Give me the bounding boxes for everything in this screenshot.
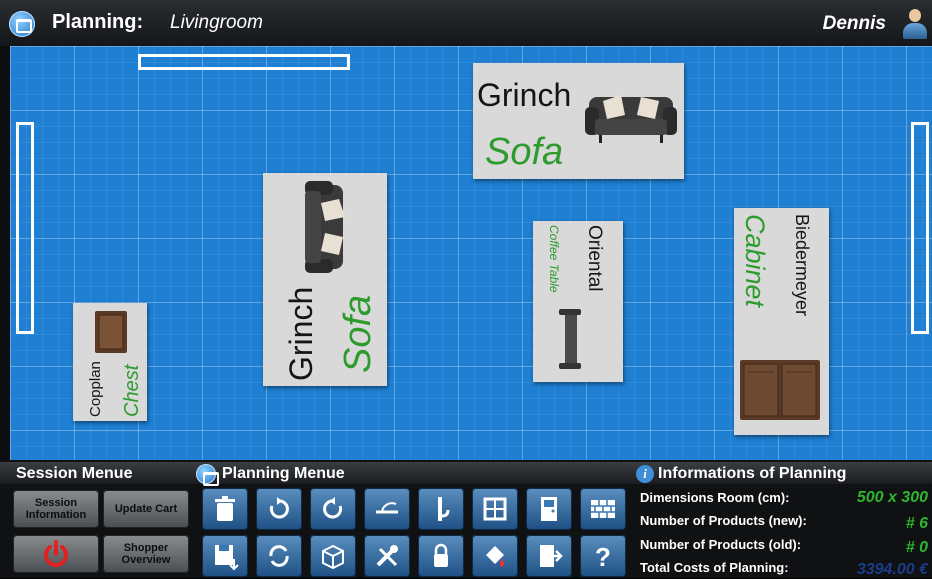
cabinet-icon [740, 360, 820, 420]
item-brand: Grinch [477, 77, 572, 113]
rotate-right-button[interactable] [310, 488, 356, 530]
lock-icon [434, 543, 448, 567]
save-icon [215, 545, 239, 571]
tools-button[interactable] [364, 535, 410, 577]
planning-menu-logo-icon [196, 464, 219, 486]
furniture-copplan-chest[interactable]: Copplan Chest [73, 303, 147, 421]
products-old-value: # 0 [905, 539, 928, 556]
furniture-grinch-sofa-1[interactable]: Grinch Sofa [473, 63, 684, 179]
item-type: Sofa [485, 131, 564, 173]
session-menu-title: Session Menue [16, 465, 133, 482]
coffee-table-icon [559, 309, 581, 369]
door-icon [541, 497, 557, 521]
door-button[interactable] [526, 488, 572, 530]
planning-menu-title: Planning Menue [222, 465, 345, 482]
save-button[interactable] [202, 535, 248, 577]
help-icon: ? [595, 542, 611, 571]
rotate-left-icon [269, 497, 289, 519]
exit-button[interactable] [526, 535, 572, 577]
door-swing-icon [376, 502, 398, 514]
brick-wall-icon [591, 500, 615, 518]
power-button[interactable] [13, 535, 99, 573]
door-swing-button[interactable] [364, 488, 410, 530]
window-icon [483, 497, 507, 521]
item-brand: Biedermeyer [792, 214, 812, 317]
refresh-button[interactable] [256, 535, 302, 577]
item-type: Coffee Table [547, 225, 561, 293]
lock-button[interactable] [418, 535, 464, 577]
trash-icon [215, 496, 235, 521]
window-button[interactable] [472, 488, 518, 530]
box-add-icon [322, 544, 344, 570]
sofa-icon [585, 95, 677, 143]
item-brand: Copplan [87, 361, 104, 417]
shopper-overview-button[interactable]: Shopper Overview [103, 535, 189, 573]
wall-button[interactable] [580, 488, 626, 530]
user-name: Dennis [822, 13, 886, 34]
rotate-right-icon [323, 497, 343, 519]
info-icon: i [636, 465, 654, 483]
sofa-icon [305, 181, 345, 273]
svg-text:?: ? [595, 542, 611, 571]
paint-bucket-icon [486, 546, 504, 567]
item-type: Sofa [337, 294, 379, 373]
user-avatar-icon[interactable] [902, 9, 928, 39]
session-information-button[interactable]: Session Information [13, 490, 99, 528]
update-cart-button[interactable]: Update Cart [103, 490, 189, 528]
help-button[interactable]: ? [580, 535, 626, 577]
item-brand: Oriental [584, 225, 605, 292]
chest-icon [95, 311, 127, 353]
window-right[interactable] [911, 122, 929, 334]
item-type: Chest [121, 364, 143, 417]
pipe-icon [438, 497, 450, 521]
app-logo-icon[interactable] [9, 11, 35, 37]
planning-title: Planning: [52, 11, 144, 33]
room-name: Livingroom [170, 12, 263, 33]
item-brand: Grinch [283, 286, 319, 381]
rotate-left-button[interactable] [256, 488, 302, 530]
power-icon [44, 540, 68, 567]
dimensions-label: Dimensions Room (cm): [640, 490, 790, 505]
info-title: Informations of Planning [658, 465, 847, 482]
dimensions-value: 500 x 300 [856, 489, 928, 506]
delete-button[interactable] [202, 488, 248, 530]
total-costs-label: Total Costs of Planning: [640, 560, 789, 575]
products-new-label: Number of Products (new): [640, 513, 807, 528]
window-left[interactable] [16, 122, 34, 334]
tools-icon [376, 545, 398, 567]
furniture-oriental-coffee-table[interactable]: Oriental Coffee Table [533, 221, 623, 382]
canvas-left-edge [0, 46, 10, 460]
exit-icon [540, 545, 563, 567]
pipe-button[interactable] [418, 488, 464, 530]
total-costs-value: 3394.00 € [856, 561, 928, 578]
refresh-icon [269, 545, 289, 567]
furniture-grinch-sofa-2[interactable]: Grinch Sofa [263, 173, 387, 386]
window-top[interactable] [138, 54, 350, 70]
products-old-label: Number of Products (old): [640, 537, 802, 552]
furniture-biedermeyer-cabinet[interactable]: Biedermeyer Cabinet [734, 208, 829, 435]
products-new-value: # 6 [905, 515, 928, 532]
item-type: Cabinet [740, 214, 770, 308]
add-product-button[interactable] [310, 535, 356, 577]
paint-button[interactable] [472, 535, 518, 577]
